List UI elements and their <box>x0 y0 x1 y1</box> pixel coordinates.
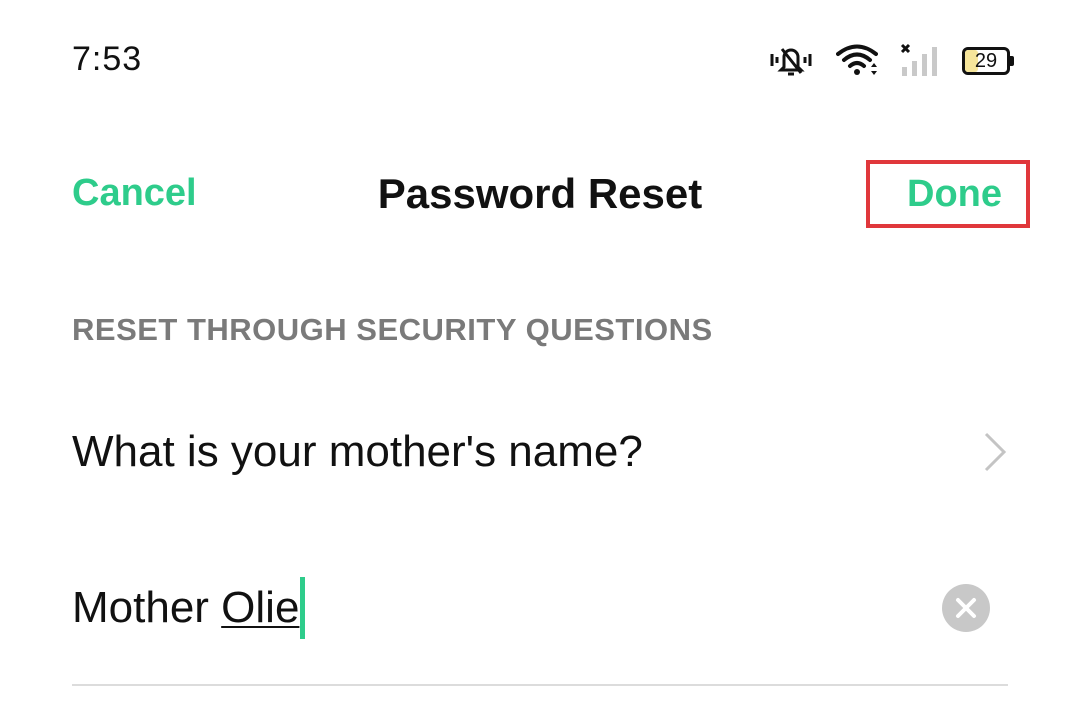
answer-input-row: Mother Olie <box>72 566 1012 650</box>
wifi-icon <box>836 43 878 77</box>
answer-committed-text: Mother <box>72 583 222 632</box>
cellular-signal-no-service-icon <box>900 43 940 77</box>
section-header: RESET THROUGH SECURITY QUESTIONS <box>72 312 713 347</box>
status-time: 7:53 <box>72 40 143 78</box>
answer-divider <box>72 684 1008 686</box>
chevron-right-icon <box>980 430 1010 474</box>
clear-icon[interactable] <box>942 584 990 632</box>
answer-composing-text: Olie <box>221 583 300 632</box>
done-button[interactable]: Done <box>866 160 1030 228</box>
battery-icon: 29 <box>962 47 1014 75</box>
security-question-text: What is your mother's name? <box>72 427 643 476</box>
done-button-label: Done <box>907 172 1002 215</box>
status-bar: 7:53 29 <box>0 0 1080 110</box>
security-question-selector[interactable]: What is your mother's name? <box>72 412 1012 492</box>
battery-level: 29 <box>974 50 998 72</box>
cancel-button[interactable]: Cancel <box>72 172 197 215</box>
status-icons: 29 <box>768 40 1014 80</box>
text-cursor <box>300 577 306 639</box>
answer-input[interactable]: Mother Olie <box>72 573 306 643</box>
password-reset-screen: 7:53 29 Cancel Password Reset Done RESET… <box>0 0 1080 708</box>
vibrate-mute-icon <box>768 43 814 77</box>
